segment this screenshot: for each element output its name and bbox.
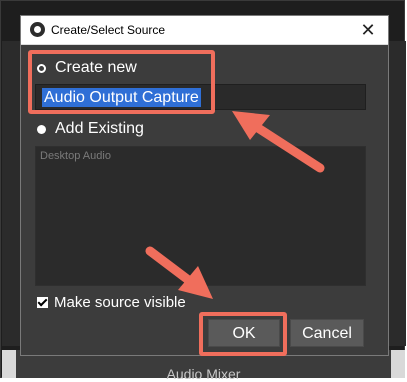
radio-filled-icon[interactable] <box>37 124 46 134</box>
checkbox-checked-icon[interactable] <box>37 297 48 308</box>
ok-button[interactable]: OK <box>208 319 280 347</box>
make-visible-option[interactable]: Make source visible <box>37 294 186 311</box>
create-new-option[interactable]: Create new <box>37 59 137 77</box>
dialog-titlebar[interactable]: Create/Select Source ✕ <box>21 16 388 45</box>
radio-empty-icon[interactable] <box>37 63 46 73</box>
dialog-title: Create/Select Source <box>51 23 166 37</box>
source-name-input[interactable]: Audio Output Capture <box>35 84 366 110</box>
source-name-value: Audio Output Capture <box>42 88 201 107</box>
make-visible-label: Make source visible <box>54 294 186 311</box>
create-new-label: Create new <box>55 59 137 76</box>
add-existing-option[interactable]: Add Existing <box>37 120 144 138</box>
obs-app-icon <box>30 22 45 37</box>
existing-sources-list[interactable]: Desktop Audio <box>35 146 366 286</box>
add-existing-label: Add Existing <box>55 120 144 137</box>
background-panel-left <box>2 41 22 346</box>
cancel-button[interactable]: Cancel <box>290 319 364 347</box>
background-panel-right <box>389 41 406 346</box>
create-select-source-dialog: Create/Select Source ✕ Create new Audio … <box>21 16 388 355</box>
audio-mixer-label: Audio Mixer <box>166 366 241 382</box>
close-icon[interactable]: ✕ <box>358 20 378 40</box>
list-item[interactable]: Desktop Audio <box>40 150 111 162</box>
